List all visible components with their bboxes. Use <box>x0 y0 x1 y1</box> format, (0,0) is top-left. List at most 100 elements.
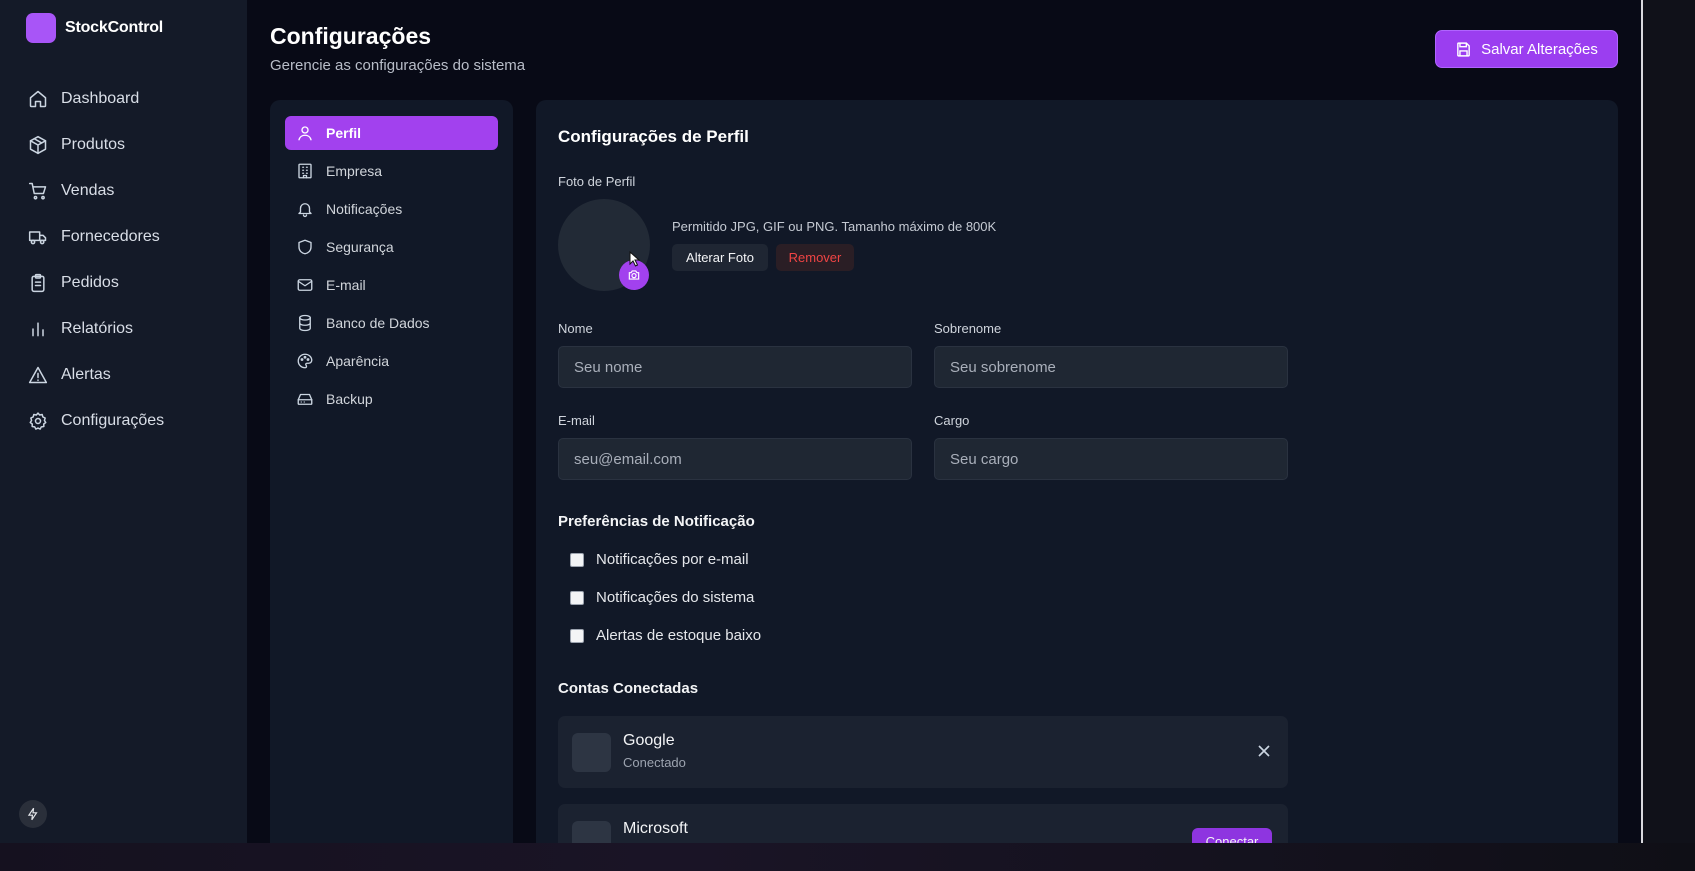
sidebar-item-alertas[interactable]: Alertas <box>28 352 164 398</box>
page-subtitle: Gerencie as configurações do sistema <box>270 57 526 74</box>
role-input[interactable] <box>934 438 1288 480</box>
sidebar-item-pedidos[interactable]: Pedidos <box>28 260 164 306</box>
system-notifications-option[interactable]: Notificações do sistema <box>558 589 754 606</box>
page-title: Configurações <box>270 23 432 49</box>
brand[interactable]: StockControl <box>26 13 163 43</box>
settings-nav: Perfil Empresa Notificações Segurança E-… <box>270 100 513 843</box>
low-stock-alerts-option[interactable]: Alertas de estoque baixo <box>558 627 761 644</box>
connected-accounts-title: Contas Conectadas <box>558 680 699 697</box>
tab-label: Empresa <box>326 163 383 179</box>
mouse-cursor-icon <box>629 251 641 267</box>
account-card-microsoft: Microsoft Conectar <box>558 804 1288 843</box>
tab-notificacoes[interactable]: Notificações <box>285 192 498 226</box>
remove-photo-button[interactable]: Remover <box>776 244 854 271</box>
sidebar-item-dashboard[interactable]: Dashboard <box>28 76 164 122</box>
palette-icon <box>297 353 313 369</box>
sidebar-item-label: Produtos <box>61 136 126 153</box>
sidebar-item-label: Alertas <box>61 366 111 383</box>
section-title: Configurações de Perfil <box>558 127 749 146</box>
brand-logo <box>26 13 56 43</box>
sidebar-item-label: Vendas <box>61 182 115 199</box>
option-label: Notificações do sistema <box>596 589 755 606</box>
sidebar-item-label: Configurações <box>61 412 165 429</box>
tab-seguranca[interactable]: Segurança <box>285 230 498 264</box>
hard-drive-icon <box>297 393 313 405</box>
sidebar-item-fornecedores[interactable]: Fornecedores <box>28 214 164 260</box>
tab-backup[interactable]: Backup <box>285 382 498 416</box>
sidebar-item-label: Relatórios <box>61 320 134 337</box>
bolt-icon <box>27 807 38 821</box>
google-logo <box>572 733 611 772</box>
sidebar-item-label: Pedidos <box>61 274 119 291</box>
gear-icon <box>29 412 47 430</box>
bell-icon <box>298 203 312 218</box>
account-name: Microsoft <box>623 820 688 837</box>
bolt-button[interactable] <box>19 800 47 828</box>
last-name-input[interactable] <box>934 346 1288 388</box>
connect-microsoft-button[interactable]: Conectar <box>1192 828 1272 843</box>
shield-icon <box>298 239 312 255</box>
bar-chart-icon <box>32 322 44 337</box>
disconnect-google-button[interactable] <box>1254 741 1274 761</box>
first-name-label: Nome <box>558 321 593 336</box>
clipboard-icon <box>31 273 45 293</box>
email-input[interactable] <box>558 438 912 480</box>
photo-label: Foto de Perfil <box>558 174 636 189</box>
profile-settings-panel: Configurações de Perfil Foto de Perfil P… <box>536 100 1618 843</box>
truck-icon <box>28 231 47 245</box>
camera-icon <box>628 270 640 280</box>
first-name-input[interactable] <box>558 346 912 388</box>
tab-perfil[interactable]: Perfil <box>285 116 498 150</box>
tab-label: E-mail <box>326 277 366 293</box>
email-notifications-option[interactable]: Notificações por e-mail <box>558 551 749 568</box>
last-name-label: Sobrenome <box>934 321 1002 336</box>
account-card-google: Google Conectado <box>558 716 1288 788</box>
building-icon <box>298 163 312 179</box>
warning-icon <box>28 366 48 384</box>
tab-label: Banco de Dados <box>326 315 430 331</box>
sidebar-item-label: Dashboard <box>61 90 140 107</box>
save-icon <box>1457 41 1470 57</box>
change-photo-button[interactable]: Alterar Foto <box>672 244 768 271</box>
email-label: E-mail <box>558 413 595 428</box>
close-icon <box>1258 745 1270 757</box>
app-window: StockControl Dashboard Produtos Vendas F… <box>0 0 1641 843</box>
desktop-background-right <box>1643 0 1695 871</box>
sidebar-item-relatorios[interactable]: Relatórios <box>28 306 164 352</box>
tab-email[interactable]: E-mail <box>285 268 498 302</box>
cart-icon <box>28 182 47 200</box>
sidebar-item-label: Fornecedores <box>61 228 160 245</box>
role-label: Cargo <box>934 413 970 428</box>
package-icon <box>29 135 47 155</box>
save-button[interactable]: Salvar Alterações <box>1435 30 1618 68</box>
tab-banco-de-dados[interactable]: Banco de Dados <box>285 306 498 340</box>
system-notifications-checkbox[interactable] <box>570 590 584 605</box>
tab-aparencia[interactable]: Aparência <box>285 344 498 378</box>
option-label: Alertas de estoque baixo <box>596 627 762 644</box>
sidebar-item-produtos[interactable]: Produtos <box>28 122 164 168</box>
photo-hint: Permitido JPG, GIF ou PNG. Tamanho máxim… <box>672 219 997 234</box>
tab-empresa[interactable]: Empresa <box>285 154 498 188</box>
tab-label: Perfil <box>326 125 362 141</box>
database-icon <box>299 314 311 332</box>
tab-label: Segurança <box>326 239 394 255</box>
sidebar-item-configuracoes[interactable]: Configurações <box>28 398 164 444</box>
tab-label: Notificações <box>326 201 403 217</box>
account-status: Conectado <box>623 755 686 770</box>
microsoft-logo <box>572 821 611 843</box>
user-icon <box>298 126 312 141</box>
notification-preferences-title: Preferências de Notificação <box>558 513 755 530</box>
sidebar: StockControl Dashboard Produtos Vendas F… <box>0 0 247 843</box>
tab-label: Aparência <box>326 353 390 369</box>
sidebar-nav: Dashboard Produtos Vendas Fornecedores P… <box>28 76 164 444</box>
home-icon <box>29 90 47 108</box>
low-stock-alerts-checkbox[interactable] <box>570 628 584 643</box>
tab-label: Backup <box>326 391 373 407</box>
sidebar-item-vendas[interactable]: Vendas <box>28 168 164 214</box>
save-button-label: Salvar Alterações <box>1481 40 1598 58</box>
desktop-background-bottom <box>0 843 1695 871</box>
mail-icon <box>297 279 313 291</box>
account-name: Google <box>623 732 675 749</box>
option-label: Notificações por e-mail <box>596 551 749 568</box>
email-notifications-checkbox[interactable] <box>570 552 584 567</box>
